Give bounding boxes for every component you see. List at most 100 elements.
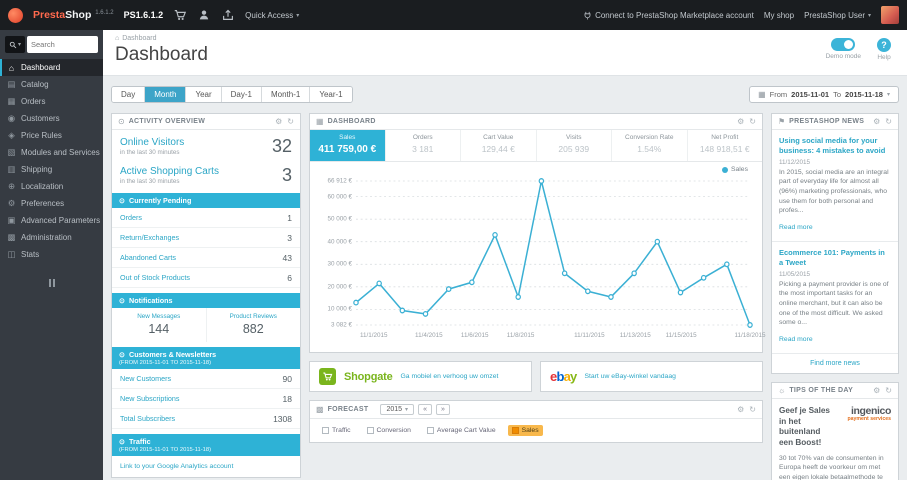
forecast-toggle-sales[interactable]: Sales	[507, 425, 543, 436]
sidebar-item-localization[interactable]: ⊕ Localization	[0, 178, 103, 195]
gear-icon[interactable]: ⚙	[737, 117, 744, 126]
row-value: 3	[287, 232, 292, 243]
find-more-news-link[interactable]: Find more news	[772, 354, 898, 373]
search-scope-dropdown[interactable]: ▾	[5, 36, 25, 53]
gear-icon[interactable]: ⚙	[873, 117, 880, 126]
user-avatar[interactable]	[881, 6, 899, 24]
kpi-orders[interactable]: Orders 3 181	[386, 130, 461, 161]
orders-icon: ▦	[7, 96, 16, 106]
customers-row-total-subscribers[interactable]: Total Subscribers 1308	[112, 409, 300, 429]
news-headline-link[interactable]: Using social media for your business: 4 …	[779, 136, 891, 156]
pending-row-out-of-stock[interactable]: Out of Stock Products 6	[112, 268, 300, 288]
kpi-sales[interactable]: Sales 411 759,00 €	[310, 130, 386, 161]
sidebar-item-price-rules[interactable]: ◈ Price Rules	[0, 127, 103, 144]
cart-icon[interactable]	[173, 8, 187, 22]
forecast-prev-button[interactable]: «	[418, 404, 432, 415]
x-tick-label: 11/15/2015	[665, 332, 697, 339]
sidebar-search: ▾	[0, 30, 103, 59]
refresh-icon[interactable]: ↻	[885, 117, 892, 126]
read-more-link[interactable]: Read more	[779, 336, 813, 343]
forecast-toggle-traffic[interactable]: Traffic	[318, 425, 355, 436]
toggle-switch-icon[interactable]	[831, 38, 856, 51]
gear-icon[interactable]: ⚙	[275, 117, 282, 126]
refresh-icon[interactable]: ↻	[885, 386, 892, 395]
sidebar-collapse-button[interactable]	[42, 279, 62, 287]
help-icon[interactable]: ?	[877, 38, 891, 52]
marketplace-link[interactable]: Connect to PrestaShop Marketplace accoun…	[583, 11, 754, 20]
user-menu[interactable]: PrestaShop User ▾	[804, 11, 871, 20]
launch-shop-icon[interactable]	[221, 8, 235, 22]
refresh-icon[interactable]: ↻	[749, 405, 756, 414]
kpi-net-profit[interactable]: Net Profit 148 918,51 €	[688, 130, 763, 161]
quick-access-menu[interactable]: Quick Access ▾	[245, 11, 299, 20]
demo-mode-toggle[interactable]: Demo mode	[826, 38, 861, 61]
date-range-picker[interactable]: ▦ From 2015-11-01 To 2015-11-18 ▾	[749, 86, 899, 103]
sidebar-item-dashboard[interactable]: ⌂ Dashboard	[0, 59, 103, 76]
customers-row-new-subscriptions[interactable]: New Subscriptions 18	[112, 389, 300, 409]
range-button-year-1[interactable]: Year-1	[310, 87, 352, 102]
range-button-day[interactable]: Day	[112, 87, 146, 102]
shopgate-promo-link[interactable]: Ga mobiel en verhoog uw omzet	[401, 373, 499, 380]
sidebar-item-stats[interactable]: ◫ Stats	[0, 246, 103, 263]
forecast-panel: ▩ FORECAST 2015 ▾ « » ⚙ ↻ Traffic Conver…	[309, 400, 763, 443]
tips-headline: Geef je Sales in het buitenland een Boos…	[779, 405, 830, 447]
range-button-month[interactable]: Month	[145, 87, 187, 102]
sidebar-item-shipping[interactable]: ▥ Shipping	[0, 161, 103, 178]
forecast-year-select[interactable]: 2015 ▾	[380, 404, 415, 415]
range-button-month-1[interactable]: Month-1	[261, 87, 311, 102]
online-visitors-metric[interactable]: Online Visitors in the last 30 minutes 3…	[112, 130, 300, 159]
chart-legend: Sales	[721, 166, 748, 173]
refresh-icon[interactable]: ↻	[287, 117, 294, 126]
pending-row-returns[interactable]: Return/Exchanges 3	[112, 228, 300, 248]
search-input[interactable]	[27, 36, 98, 53]
kpi-visits[interactable]: Visits 205 939	[537, 130, 612, 161]
sidebar-item-customers[interactable]: ◉ Customers	[0, 110, 103, 127]
refresh-icon[interactable]: ↻	[749, 117, 756, 126]
legend-label: Conversion	[376, 427, 411, 434]
checkbox-icon	[511, 427, 519, 434]
sidebar-item-modules[interactable]: ▧ Modules and Services	[0, 144, 103, 161]
active-carts-metric[interactable]: Active Shopping Carts in the last 30 min…	[112, 159, 300, 188]
gear-icon[interactable]: ⚙	[737, 405, 744, 414]
help-button[interactable]: ? Help	[877, 38, 891, 61]
range-button-year[interactable]: Year	[186, 87, 222, 102]
sidebar-item-orders[interactable]: ▦ Orders	[0, 93, 103, 110]
ebay-promo[interactable]: ebay Start uw eBay-winkel vandaag	[540, 361, 763, 392]
kpi-conversion-rate[interactable]: Conversion Rate 1.54%	[612, 130, 688, 161]
sidebar-item-label: Catalog	[21, 80, 49, 89]
forecast-toggle-average-cart-value[interactable]: Average Cart Value	[423, 425, 500, 436]
gear-icon[interactable]: ⚙	[873, 386, 880, 395]
range-button-day-1[interactable]: Day-1	[221, 87, 262, 102]
sidebar-item-catalog[interactable]: ▤ Catalog	[0, 76, 103, 93]
my-shop-link[interactable]: My shop	[764, 11, 794, 20]
shop-name-link[interactable]: PS1.6.1.2	[124, 10, 164, 20]
ebay-promo-link[interactable]: Start uw eBay-winkel vandaag	[584, 373, 675, 380]
product-reviews-stat[interactable]: Product Reviews 882	[205, 308, 301, 342]
read-more-link[interactable]: Read more	[779, 224, 813, 231]
customers-row-new-customers[interactable]: New Customers 90	[112, 369, 300, 389]
section-title: Currently Pending	[129, 196, 192, 205]
sidebar-item-advanced-parameters[interactable]: ▣ Advanced Parameters	[0, 212, 103, 229]
pending-row-abandoned-carts[interactable]: Abandoned Carts 43	[112, 248, 300, 268]
forecast-toggle-conversion[interactable]: Conversion	[363, 425, 415, 436]
sidebar-item-preferences[interactable]: ⚙ Preferences	[0, 195, 103, 212]
sidebar-item-administration[interactable]: ▩ Administration	[0, 229, 103, 246]
kpi-value: 411 759,00 €	[318, 144, 377, 155]
forecast-next-button[interactable]: »	[435, 404, 450, 415]
profile-icon[interactable]	[197, 8, 211, 22]
kpi-label: Conversion Rate	[625, 134, 674, 141]
y-tick-label: 60 000 €	[327, 193, 352, 201]
new-messages-stat[interactable]: New Messages 144	[112, 308, 206, 342]
kpi-cart-value[interactable]: Cart Value 129,44 €	[461, 130, 537, 161]
pending-row-orders[interactable]: Orders 1	[112, 208, 300, 228]
shopgate-promo[interactable]: Shopgate Ga mobiel en verhoog uw omzet	[309, 361, 532, 392]
google-analytics-link[interactable]: Link to your Google Analytics account	[112, 456, 300, 477]
x-tick-label: 11/18/2015	[734, 332, 766, 339]
news-date: 11/05/2015	[779, 270, 811, 278]
news-headline-link[interactable]: Ecommerce 101: Payments in a Tweet	[779, 248, 891, 268]
administration-icon: ▩	[7, 232, 16, 242]
plug-icon	[584, 11, 591, 19]
from-label: From	[769, 90, 788, 99]
sidebar-item-label: Customers	[21, 114, 60, 123]
ingenico-logo[interactable]: ingenico payment services	[837, 406, 891, 449]
